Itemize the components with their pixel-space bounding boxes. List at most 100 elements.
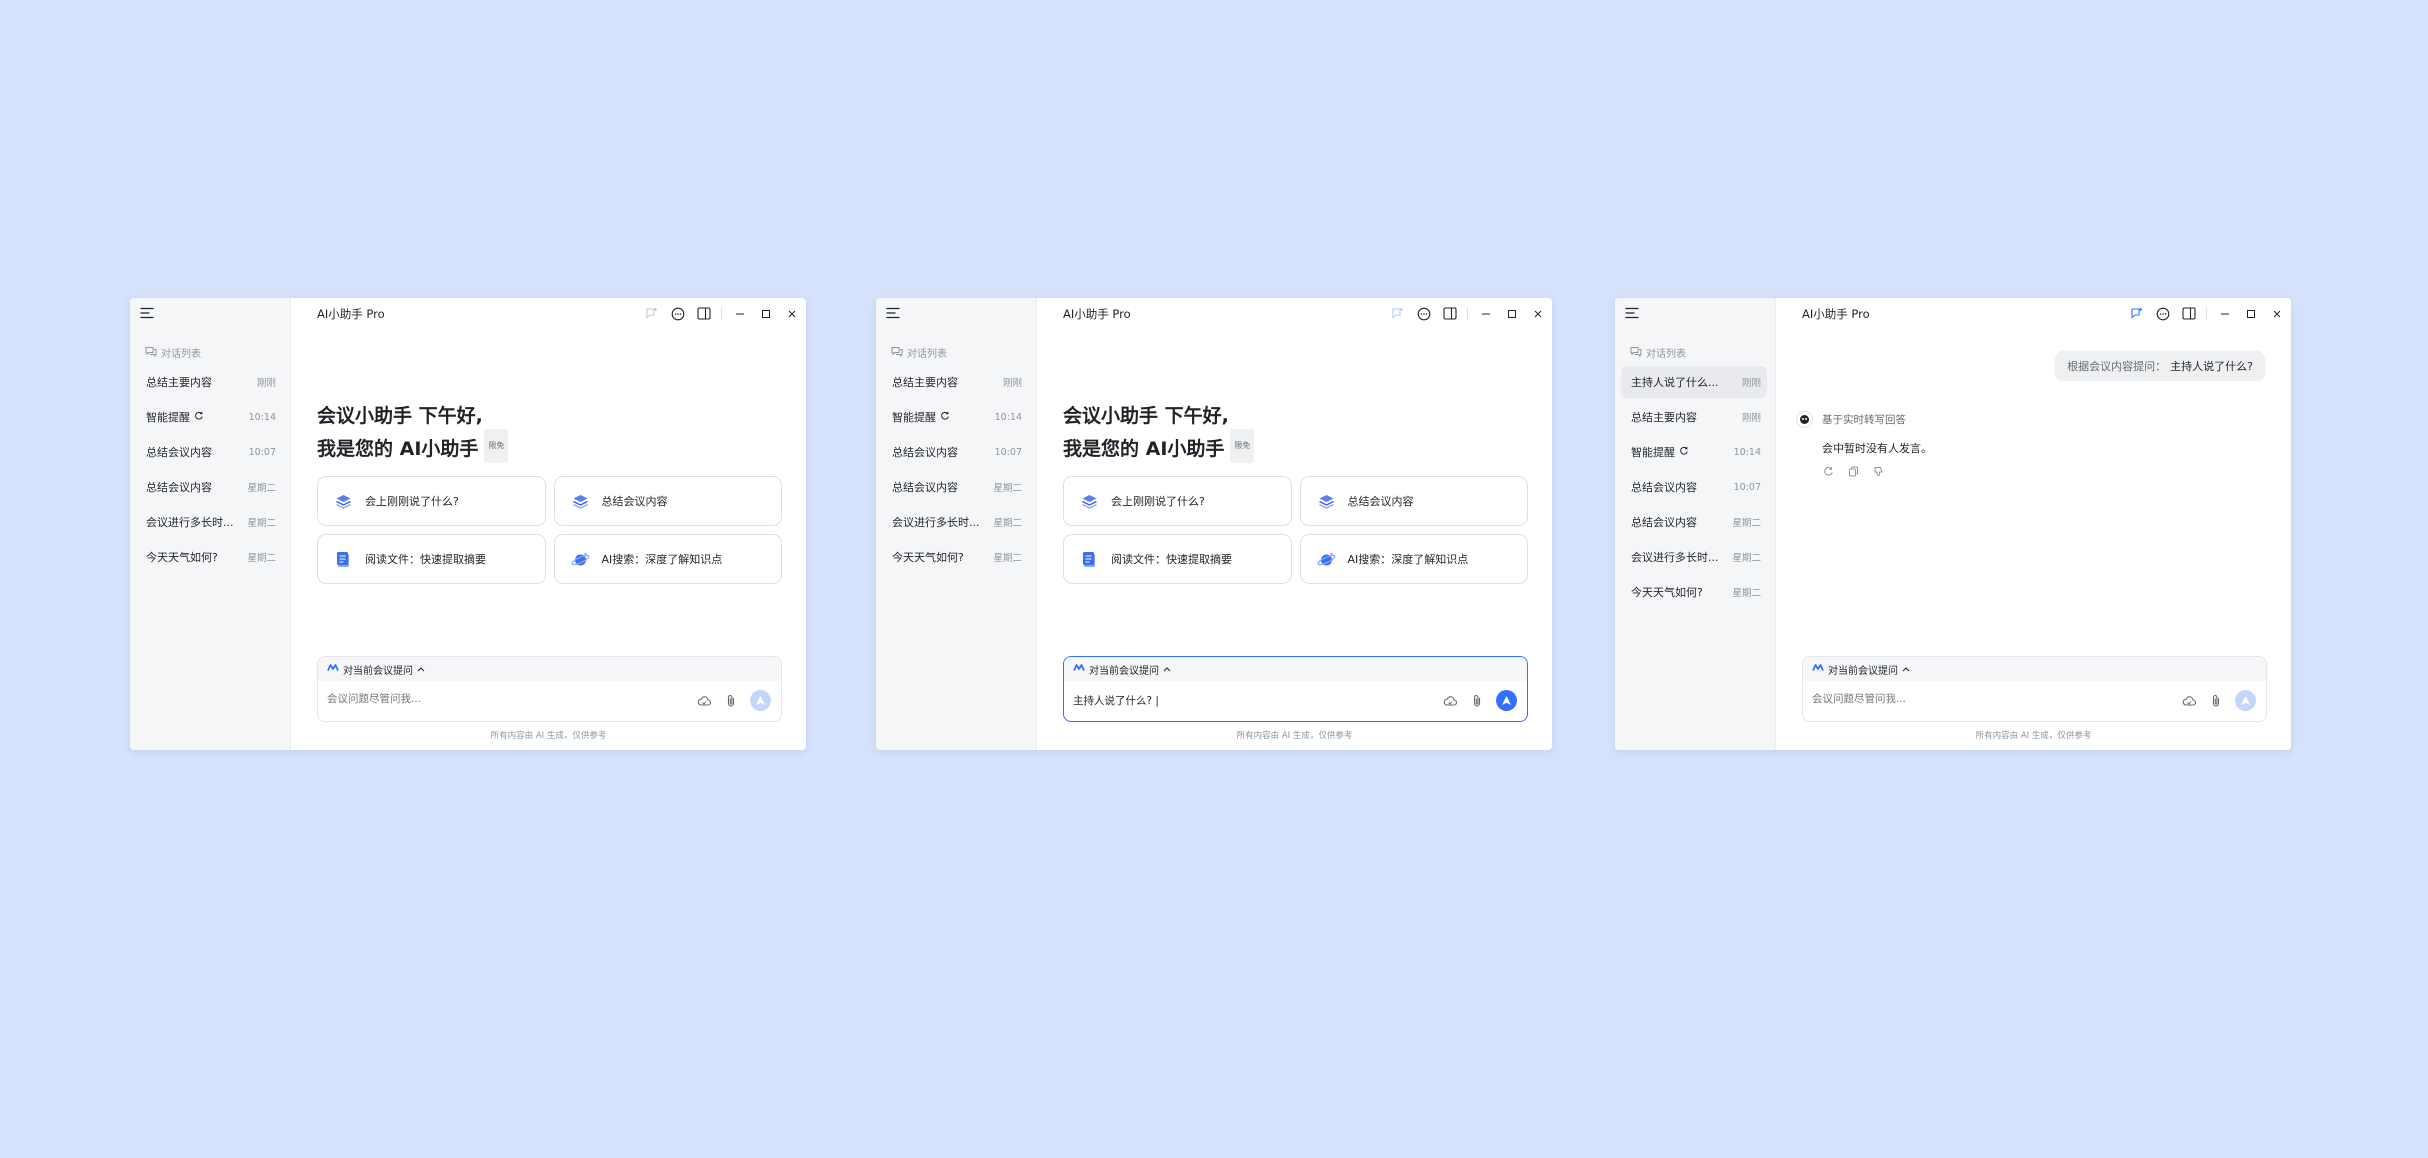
side-panel-icon[interactable] bbox=[695, 305, 712, 322]
conversation-item[interactable]: 总结主要内容 刚刚 bbox=[136, 366, 282, 398]
conversation-item-label: 会议进行多长时... bbox=[892, 516, 980, 529]
context-selector[interactable]: 对当前会议提问 bbox=[1803, 657, 2266, 681]
chevron-up-icon bbox=[1163, 664, 1171, 675]
sidebar-header: 对话列表 bbox=[1630, 345, 1686, 360]
close-icon[interactable] bbox=[2268, 305, 2285, 322]
minimize-icon[interactable] bbox=[731, 305, 748, 322]
send-button[interactable] bbox=[1496, 690, 1517, 711]
conversation-item-label-wrap: 总结主要内容 bbox=[1631, 409, 1697, 425]
free-badge: 限免 bbox=[1230, 429, 1255, 463]
thumbs-down-icon[interactable] bbox=[1872, 465, 1885, 478]
conversation-item[interactable]: 今天天气如何? 星期二 bbox=[1621, 576, 1767, 608]
conversation-item[interactable]: 总结主要内容 刚刚 bbox=[882, 366, 1028, 398]
context-selector[interactable]: 对当前会议提问 bbox=[318, 657, 781, 681]
suggestion-card[interactable]: 总结会议内容 bbox=[553, 476, 782, 526]
conversation-item-label: 智能提醒 bbox=[146, 411, 190, 424]
title-bar-controls bbox=[1380, 305, 1546, 322]
divider bbox=[1467, 306, 1468, 321]
conversation-item[interactable]: 今天天气如何? 星期二 bbox=[136, 541, 282, 573]
menu-icon[interactable] bbox=[1625, 307, 1641, 321]
attachment-icon[interactable] bbox=[723, 693, 738, 708]
conversation-item[interactable]: 会议进行多长时... 星期二 bbox=[882, 506, 1028, 538]
conversation-item[interactable]: 总结会议内容 星期二 bbox=[1621, 506, 1767, 538]
context-label: 对当前会议提问 bbox=[1828, 665, 1898, 677]
menu-icon[interactable] bbox=[886, 307, 902, 321]
new-chat-icon[interactable] bbox=[1389, 305, 1406, 322]
suggestion-card[interactable]: 阅读文件：快速提取摘要 bbox=[317, 534, 546, 584]
suggestion-card[interactable]: AI搜索：深度了解知识点 bbox=[553, 534, 782, 584]
conversation-item-label: 总结会议内容 bbox=[1631, 516, 1697, 529]
suggestion-card[interactable]: 阅读文件：快速提取摘要 bbox=[1063, 534, 1292, 584]
conversation-item[interactable]: 总结会议内容 10:07 bbox=[882, 436, 1028, 468]
conversation-list: 总结主要内容 刚刚 智能提醒 10:14 总结会议内容 10:07 总结会议内容 星期二 会议进… bbox=[882, 366, 1028, 576]
suggestion-card[interactable]: 会上刚刚说了什么? bbox=[1063, 476, 1292, 526]
conversation-item-label: 总结主要内容 bbox=[1631, 411, 1697, 424]
conversation-item-time: 10:14 bbox=[248, 411, 276, 423]
composer: 对当前会议提问 主持人说了什么? | bbox=[1063, 656, 1528, 722]
menu-icon[interactable] bbox=[140, 307, 156, 321]
maximize-icon[interactable] bbox=[1503, 305, 1520, 322]
more-icon[interactable] bbox=[669, 305, 686, 322]
maximize-icon[interactable] bbox=[757, 305, 774, 322]
regenerate-icon[interactable] bbox=[1822, 465, 1835, 478]
conversation-item[interactable]: 主持人说了什么... 刚刚 bbox=[1621, 366, 1767, 398]
conversation-item[interactable]: 总结会议内容 星期二 bbox=[882, 471, 1028, 503]
conversation-item[interactable]: 今天天气如何? 星期二 bbox=[882, 541, 1028, 573]
conversation-item-label: 总结会议内容 bbox=[1631, 481, 1697, 494]
planet-icon bbox=[1317, 550, 1336, 569]
conversation-item[interactable]: 总结主要内容 刚刚 bbox=[1621, 401, 1767, 433]
meeting-icon bbox=[327, 663, 339, 675]
close-icon[interactable] bbox=[1529, 305, 1546, 322]
conversation-item-time: 星期二 bbox=[247, 483, 276, 494]
side-panel-icon[interactable] bbox=[1441, 305, 1458, 322]
copy-icon[interactable] bbox=[1847, 465, 1860, 478]
suggestion-card[interactable]: 总结会议内容 bbox=[1299, 476, 1528, 526]
cloud-icon[interactable] bbox=[696, 693, 711, 708]
conversation-item[interactable]: 总结会议内容 10:07 bbox=[136, 436, 282, 468]
close-icon[interactable] bbox=[783, 305, 800, 322]
question-input[interactable] bbox=[1812, 693, 2142, 705]
conversation-item[interactable]: 智能提醒 10:14 bbox=[882, 401, 1028, 433]
conversation-item[interactable]: 智能提醒 10:14 bbox=[1621, 436, 1767, 468]
attachment-icon[interactable] bbox=[2208, 693, 2223, 708]
question-input[interactable] bbox=[327, 693, 657, 705]
cloud-icon[interactable] bbox=[2181, 693, 2196, 708]
attachment-icon[interactable] bbox=[1469, 693, 1484, 708]
context-selector[interactable]: 对当前会议提问 bbox=[1064, 657, 1527, 681]
conversation-item-time: 星期二 bbox=[993, 483, 1022, 494]
conversation-item-time: 星期二 bbox=[1732, 553, 1761, 564]
question-input[interactable]: 主持人说了什么? | bbox=[1073, 693, 1403, 708]
send-button[interactable] bbox=[750, 690, 771, 711]
conversation-item[interactable]: 智能提醒 10:14 bbox=[136, 401, 282, 433]
greeting-line-2: 我是您的 AI小助手 限免 bbox=[1063, 429, 1255, 466]
title-bar-controls bbox=[634, 305, 800, 322]
new-chat-icon[interactable] bbox=[2128, 305, 2145, 322]
new-chat-icon[interactable] bbox=[643, 305, 660, 322]
conversation-item-label: 会议进行多长时... bbox=[1631, 551, 1719, 564]
maximize-icon[interactable] bbox=[2242, 305, 2259, 322]
conversation-item-label-wrap: 总结会议内容 bbox=[1631, 479, 1697, 495]
suggestion-card[interactable]: AI搜索：深度了解知识点 bbox=[1299, 534, 1528, 584]
disclaimer: 所有内容由 AI 生成，仅供参考 bbox=[1236, 731, 1353, 741]
conversation-item[interactable]: 总结会议内容 10:07 bbox=[1621, 471, 1767, 503]
minimize-icon[interactable] bbox=[2216, 305, 2233, 322]
side-panel-icon[interactable] bbox=[2180, 305, 2197, 322]
more-icon[interactable] bbox=[2154, 305, 2171, 322]
composer-tools bbox=[2181, 690, 2256, 711]
more-icon[interactable] bbox=[1415, 305, 1432, 322]
conversation-item-label-wrap: 总结会议内容 bbox=[146, 444, 212, 460]
conversation-item[interactable]: 会议进行多长时... 星期二 bbox=[1621, 541, 1767, 573]
sidebar-header-label: 对话列表 bbox=[907, 349, 947, 360]
suggestion-card[interactable]: 会上刚刚说了什么? bbox=[317, 476, 546, 526]
conversation-item[interactable]: 总结会议内容 星期二 bbox=[136, 471, 282, 503]
conversation-item-time: 刚刚 bbox=[1741, 378, 1761, 389]
minimize-icon[interactable] bbox=[1477, 305, 1494, 322]
main-panel: AI小助手 Pro bbox=[1776, 298, 2291, 750]
suggestion-card-label: 会上刚刚说了什么? bbox=[365, 495, 459, 508]
conversation-item[interactable]: 会议进行多长时... 星期二 bbox=[136, 506, 282, 538]
send-button[interactable] bbox=[2235, 690, 2256, 711]
app-title: AI小助手 Pro bbox=[1802, 307, 1870, 321]
conversation-sidebar: 对话列表 总结主要内容 刚刚 智能提醒 10:14 总结会议内容 10:07 总结会议内容星… bbox=[876, 298, 1037, 750]
cloud-icon[interactable] bbox=[1442, 693, 1457, 708]
conversation-item-time: 10:14 bbox=[1733, 446, 1761, 458]
